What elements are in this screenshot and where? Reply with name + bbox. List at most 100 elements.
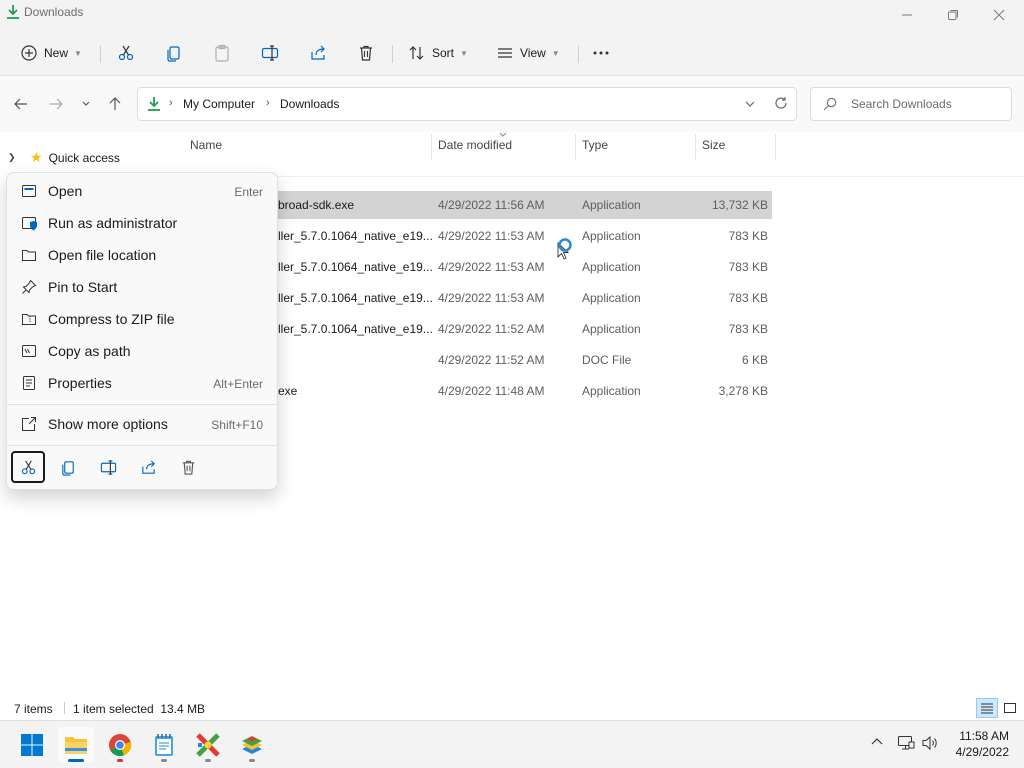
menu-item-open-file-location[interactable]: Open file location (11, 240, 275, 270)
menu-item-properties[interactable]: Properties Alt+Enter (11, 368, 275, 398)
tiles-view-button[interactable] (999, 698, 1021, 718)
taskbar-bluestacks[interactable] (234, 727, 270, 763)
file-explorer-icon (65, 737, 87, 754)
network-button[interactable] (897, 735, 915, 754)
cut-button[interactable] (11, 451, 45, 483)
clock-date: 4/29/2022 (955, 745, 1009, 759)
search-box[interactable]: Search Downloads (810, 87, 1012, 121)
up-button[interactable] (104, 93, 126, 115)
arrow-left-icon (14, 98, 27, 110)
share-button[interactable] (309, 39, 327, 67)
view-button[interactable]: View ▼ (496, 39, 560, 67)
arrow-right-icon (50, 98, 63, 110)
column-header-type[interactable]: Type (582, 138, 608, 152)
start-icon (21, 734, 43, 756)
selection-info: 1 item selected 13.4 MB (73, 702, 206, 716)
column-header-size[interactable]: Size (702, 138, 725, 152)
window-icon (22, 185, 36, 197)
tiles-view-icon (1004, 703, 1016, 713)
file-type: Application (582, 322, 641, 336)
menu-item-show-more-options[interactable]: Show more options Shift+F10 (11, 409, 275, 439)
address-bar[interactable]: › My Computer › Downloads (137, 87, 797, 121)
menu-item-copy-as-path[interactable]: Copy as path (11, 336, 275, 366)
sort-button[interactable]: Sort ▼ (408, 39, 468, 67)
column-header-date[interactable]: Date modified (438, 138, 512, 152)
running-indicator (161, 759, 167, 762)
close-button[interactable] (976, 0, 1022, 30)
breadcrumb-my-computer[interactable]: My Computer (183, 97, 255, 111)
active-indicator (68, 759, 84, 762)
rename-button[interactable] (91, 451, 125, 483)
file-name: ller_5.7.0.1064_native_e19... (278, 322, 433, 336)
status-bar: 7 items 1 item selected 13.4 MB (0, 697, 1024, 719)
taskbar-file-explorer[interactable] (58, 727, 94, 763)
menu-divider (7, 445, 277, 446)
breadcrumb-downloads[interactable]: Downloads (280, 97, 339, 111)
chevron-down-icon[interactable]: ❯ (8, 152, 20, 163)
close-icon (993, 9, 1005, 21)
file-type: Application (582, 229, 641, 243)
start-button[interactable] (14, 727, 50, 763)
delete-button[interactable] (357, 39, 375, 67)
taskbar-color-app[interactable] (190, 727, 226, 763)
menu-item-pin-to-start[interactable]: Pin to Start (11, 272, 275, 302)
minimize-icon (902, 14, 912, 16)
tray-overflow-button[interactable] (870, 735, 884, 752)
paste-button[interactable] (213, 39, 231, 67)
share-button[interactable] (131, 451, 165, 483)
new-button[interactable]: New ▼ (20, 39, 82, 67)
chevron-up-icon (871, 738, 883, 745)
recent-locations-button[interactable] (75, 93, 97, 115)
chevron-down-icon (82, 101, 90, 106)
taskbar: 11:58 AM 4/29/2022 (0, 720, 1024, 768)
quick-access-item[interactable]: ❯ ★ Quick access (8, 149, 120, 166)
search-placeholder: Search Downloads (851, 97, 952, 111)
back-button[interactable] (10, 93, 32, 115)
share-icon (311, 45, 325, 60)
chevron-down-icon: ▼ (74, 48, 82, 58)
minimize-button[interactable] (884, 0, 930, 30)
menu-item-compress-zip[interactable]: Compress to ZIP file (11, 304, 275, 334)
menu-item-run-as-admin[interactable]: Run as administrator (11, 208, 275, 238)
divider (100, 45, 101, 63)
zip-folder-icon (22, 314, 36, 325)
menu-item-open[interactable]: Open Enter (11, 176, 275, 206)
details-view-button[interactable] (976, 698, 998, 718)
trash-icon (360, 45, 372, 61)
column-divider (775, 134, 776, 160)
copy-icon (61, 460, 74, 476)
taskbar-notepad[interactable] (146, 727, 182, 763)
command-bar: New ▼ Sort ▼ View ▼ (0, 30, 1024, 76)
file-date: 4/29/2022 11:48 AM (438, 384, 545, 398)
file-name: ller_5.7.0.1064_native_e19... (278, 291, 433, 305)
column-header-name[interactable]: Name (190, 138, 222, 152)
copy-path-icon (22, 345, 36, 357)
more-button[interactable] (592, 39, 610, 67)
context-menu: Open Enter Run as administrator Open fil… (6, 172, 278, 490)
file-size: 783 KB (728, 322, 768, 336)
copy-button[interactable] (165, 39, 183, 67)
refresh-button[interactable] (774, 96, 788, 113)
address-history-dropdown[interactable] (744, 98, 756, 113)
running-indicator (205, 759, 211, 762)
taskbar-chrome[interactable] (102, 727, 138, 763)
file-date: 4/29/2022 11:52 AM (438, 353, 545, 367)
delete-button[interactable] (171, 451, 205, 483)
forward-button[interactable] (45, 93, 67, 115)
copy-button[interactable] (51, 451, 85, 483)
file-type: DOC File (582, 353, 632, 367)
window-title: Downloads (24, 5, 84, 19)
chevron-down-icon: ▼ (460, 48, 468, 58)
downloads-icon (148, 97, 160, 111)
title-bar: Downloads (0, 0, 1024, 30)
clock[interactable]: 11:58 AM 4/29/2022 (956, 728, 1009, 760)
star-icon: ★ (30, 149, 43, 165)
volume-button[interactable] (921, 735, 939, 754)
rename-button[interactable] (261, 39, 279, 67)
rename-icon (100, 459, 116, 475)
restore-button[interactable] (930, 0, 976, 30)
menu-item-label: Pin to Start (48, 279, 118, 295)
cut-button[interactable] (117, 39, 135, 67)
view-label: View (520, 46, 546, 60)
restore-icon (948, 10, 958, 20)
